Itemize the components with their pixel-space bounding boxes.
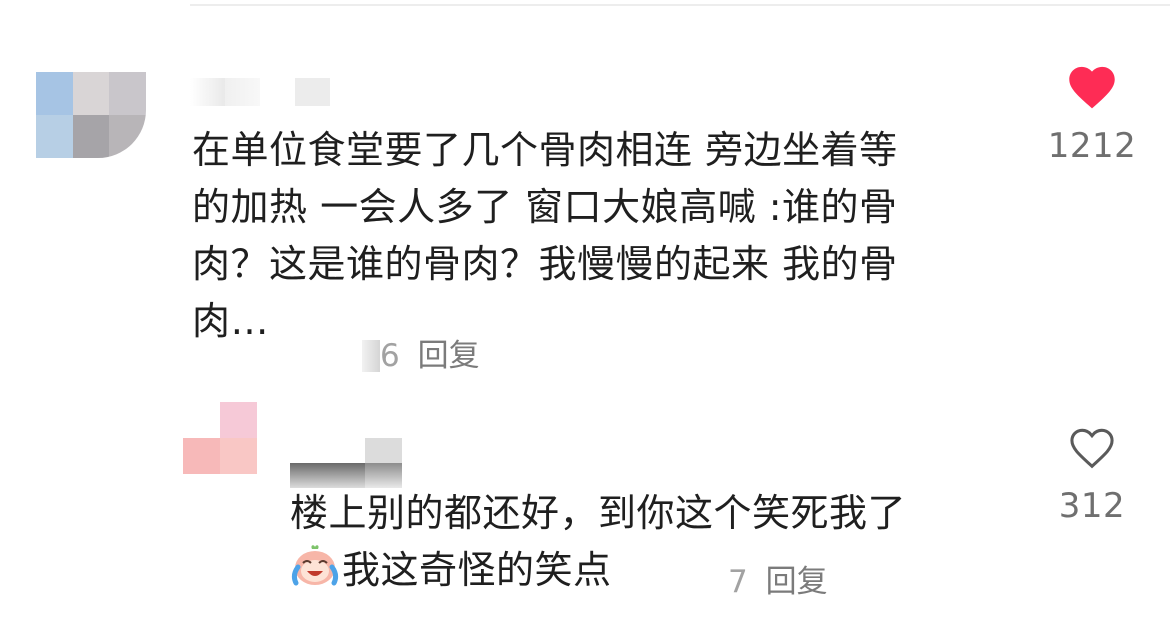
heart-filled-icon — [1069, 66, 1115, 109]
timestamp-redacted — [362, 340, 380, 372]
comment-text[interactable]: 在单位食堂要了几个骨肉相连 旁边坐着等 的加热 一会人多了 窗口大娘高喊 :谁的… — [192, 122, 982, 350]
like-count: 1212 — [1047, 126, 1137, 166]
username[interactable] — [190, 78, 330, 106]
comment-line: 楼上别的都还好，到你这个笑死我了 — [290, 491, 907, 535]
username[interactable] — [290, 438, 402, 488]
divider — [190, 4, 1170, 6]
fade-overlay — [630, 540, 720, 600]
comment-line: 在单位食堂要了几个骨肉相连 旁边坐着等 — [192, 128, 898, 172]
comments-panel: 在单位食堂要了几个骨肉相连 旁边坐着等 的加热 一会人多了 窗口大娘高喊 :谁的… — [0, 0, 1170, 637]
comment-line: 的加热 一会人多了 窗口大娘高喊 :谁的骨 — [192, 185, 898, 229]
like-count: 312 — [1058, 486, 1126, 526]
heart-outline-icon — [1070, 428, 1114, 469]
reply-button[interactable]: 回复 — [418, 338, 480, 374]
like-button[interactable]: 1212 — [1032, 60, 1152, 166]
avatar[interactable] — [183, 402, 257, 474]
reply-button[interactable]: 回复 — [766, 564, 828, 600]
timestamp: 6 — [380, 338, 400, 374]
comment-line: 肉？这是谁的骨肉？我慢慢的起来 我的骨 — [192, 242, 898, 286]
avatar[interactable] — [36, 72, 146, 158]
comment-meta: 7 回复 — [728, 556, 828, 601]
timestamp: 7 — [728, 564, 748, 600]
comment-line: 肉… — [192, 299, 270, 343]
like-button[interactable]: 312 — [1032, 422, 1152, 526]
comment-text-tail: 我这奇怪的笑点 — [342, 548, 612, 592]
comment-meta: 6 回复 — [362, 330, 480, 375]
laughing-crying-emoji-icon — [291, 545, 339, 586]
